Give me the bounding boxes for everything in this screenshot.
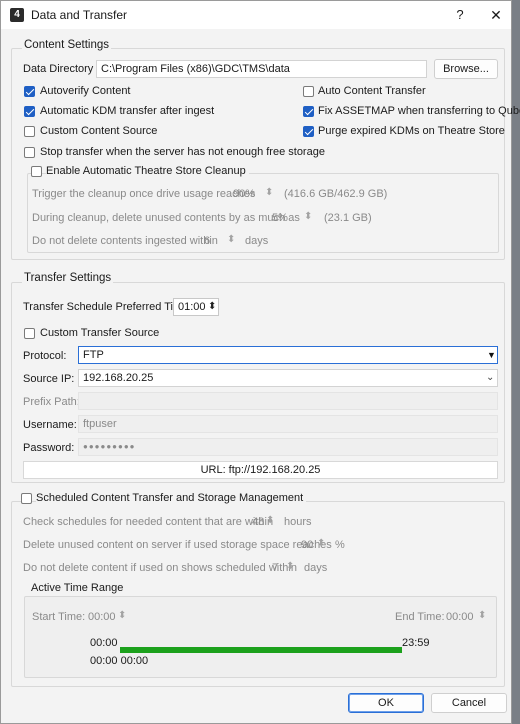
active-range-bar[interactable] — [120, 647, 402, 653]
cleanup-trigger-spinner-icon[interactable]: ⬍ — [265, 184, 273, 202]
protocol-select[interactable]: FTP — [78, 346, 498, 364]
cleanup-delete-spinner-icon[interactable]: ⬍ — [304, 208, 312, 226]
browse-button[interactable]: Browse... — [434, 59, 498, 79]
enable-cleanup-checkbox[interactable] — [31, 166, 42, 177]
password-field[interactable]: ●●●●●●●●● — [78, 438, 498, 456]
delete-unused-label: Delete unused content on server if used … — [23, 539, 332, 551]
custom-transfer-source-label: Custom Transfer Source — [40, 327, 160, 339]
no-delete-label: Do not delete content if used on shows s… — [23, 562, 297, 574]
end-time-value[interactable]: 00:00 — [446, 611, 474, 623]
no-delete-spinner-icon[interactable]: ⬍ — [286, 558, 294, 576]
schedule-time-label: Transfer Schedule Preferred Time: — [23, 301, 192, 313]
no-delete-unit: days — [304, 562, 328, 574]
close-button[interactable]: ✕ — [485, 6, 507, 24]
delete-unused-spinner-icon[interactable]: ⬍ — [317, 535, 325, 553]
purge-kdms-label: Purge expired KDMs on Theatre Store — [318, 125, 505, 137]
schedule-time-spinner-icon[interactable]: ⬍ — [208, 298, 216, 316]
cleanup-nodelete-label: Do not delete contents ingested within — [32, 235, 218, 247]
stop-transfer-checkbox[interactable] — [24, 147, 35, 158]
fix-assetmap-checkbox[interactable] — [303, 106, 314, 117]
auto-content-transfer-label: Auto Content Transfer — [318, 85, 426, 97]
auto-kdm-checkbox[interactable] — [24, 106, 35, 117]
fix-assetmap-label: Fix ASSETMAP when transferring to Qube — [318, 105, 520, 117]
active-range-fill — [120, 647, 402, 653]
password-label: Password: — [23, 442, 75, 454]
prefix-path-field[interactable] — [78, 392, 498, 410]
custom-transfer-source-checkbox[interactable] — [24, 328, 35, 339]
url-display: URL: ftp://192.168.20.25 — [23, 461, 498, 479]
content-settings-title: Content Settings — [22, 39, 112, 51]
delete-unused-value[interactable]: 90 — [301, 539, 313, 551]
custom-content-source-label: Custom Content Source — [40, 125, 158, 137]
delete-unused-unit: % — [335, 539, 345, 551]
range-bar-bottom-label: 00:00 00:00 — [90, 655, 149, 667]
autoverify-label: Autoverify Content — [40, 85, 131, 97]
title-bar[interactable]: 4 Data and Transfer ? ✕ — [1, 1, 511, 29]
ok-button[interactable]: OK — [348, 693, 424, 713]
active-time-range-title: Active Time Range — [31, 582, 124, 594]
check-schedules-value[interactable]: 48 — [252, 516, 264, 528]
range-bar-left-label: 00:00 — [90, 637, 118, 649]
data-directory-field[interactable]: C:\Program Files (x86)\GDC\TMS\data — [96, 60, 427, 78]
protocol-dropdown-icon[interactable]: ▼ — [487, 350, 496, 360]
enable-cleanup-label: Enable Automatic Theatre Store Cleanup — [46, 165, 249, 177]
username-label: Username: — [23, 419, 77, 431]
source-ip-label: Source IP: — [23, 373, 75, 385]
username-field[interactable]: ftpuser — [78, 415, 498, 433]
cleanup-delete-value[interactable]: 5% — [272, 212, 288, 224]
cancel-button[interactable]: Cancel — [431, 693, 507, 713]
auto-content-transfer-checkbox[interactable] — [303, 86, 314, 97]
cleanup-trigger-label: Trigger the cleanup once drive usage rea… — [32, 188, 256, 200]
auto-kdm-label: Automatic KDM transfer after ingest — [40, 105, 215, 117]
cleanup-delete-info: (23.1 GB) — [324, 212, 372, 224]
window-title: Data and Transfer — [31, 8, 128, 22]
start-time-spinner-icon[interactable]: ⬍ — [118, 607, 126, 625]
start-time-value[interactable]: 00:00 — [88, 611, 116, 623]
data-and-transfer-dialog: 4 Data and Transfer ? ✕ Content Settings… — [0, 0, 520, 724]
purge-kdms-checkbox[interactable] — [303, 126, 314, 137]
help-button[interactable]: ? — [449, 6, 471, 24]
protocol-label: Protocol: — [23, 350, 67, 362]
cleanup-nodelete-unit: days — [245, 235, 269, 247]
custom-content-source-checkbox[interactable] — [24, 126, 35, 137]
check-schedules-spinner-icon[interactable]: ⬍ — [266, 512, 274, 530]
autoverify-checkbox[interactable] — [24, 86, 35, 97]
range-bar-right-label: 23:59 — [402, 637, 430, 649]
source-ip-field[interactable]: 192.168.20.25 — [78, 369, 498, 387]
data-directory-label: Data Directory : — [23, 63, 100, 75]
cleanup-delete-label: During cleanup, delete unused contents b… — [32, 212, 300, 224]
cleanup-nodelete-spinner-icon[interactable]: ⬍ — [227, 231, 235, 249]
end-time-spinner-icon[interactable]: ⬍ — [478, 607, 486, 625]
prefix-path-label: Prefix Path: — [23, 396, 80, 408]
app-icon: 4 — [10, 8, 24, 22]
source-ip-dropdown-icon[interactable]: ⌄ — [486, 372, 494, 383]
transfer-settings-title: Transfer Settings — [22, 272, 114, 284]
end-time-label: End Time: — [395, 611, 445, 623]
check-schedules-label: Check schedules for needed content that … — [23, 516, 274, 528]
cleanup-nodelete-value[interactable]: 6 — [204, 235, 210, 247]
start-time-label: Start Time: — [32, 611, 86, 623]
scheduled-title: Scheduled Content Transfer and Storage M… — [36, 492, 307, 504]
stop-transfer-label: Stop transfer when the server has not en… — [40, 146, 325, 158]
no-delete-value[interactable]: 7 — [272, 562, 278, 574]
cleanup-trigger-value[interactable]: 90% — [233, 188, 255, 200]
scheduled-checkbox[interactable] — [21, 493, 32, 504]
cleanup-trigger-info: (416.6 GB/462.9 GB) — [284, 188, 388, 200]
check-schedules-unit: hours — [284, 516, 312, 528]
